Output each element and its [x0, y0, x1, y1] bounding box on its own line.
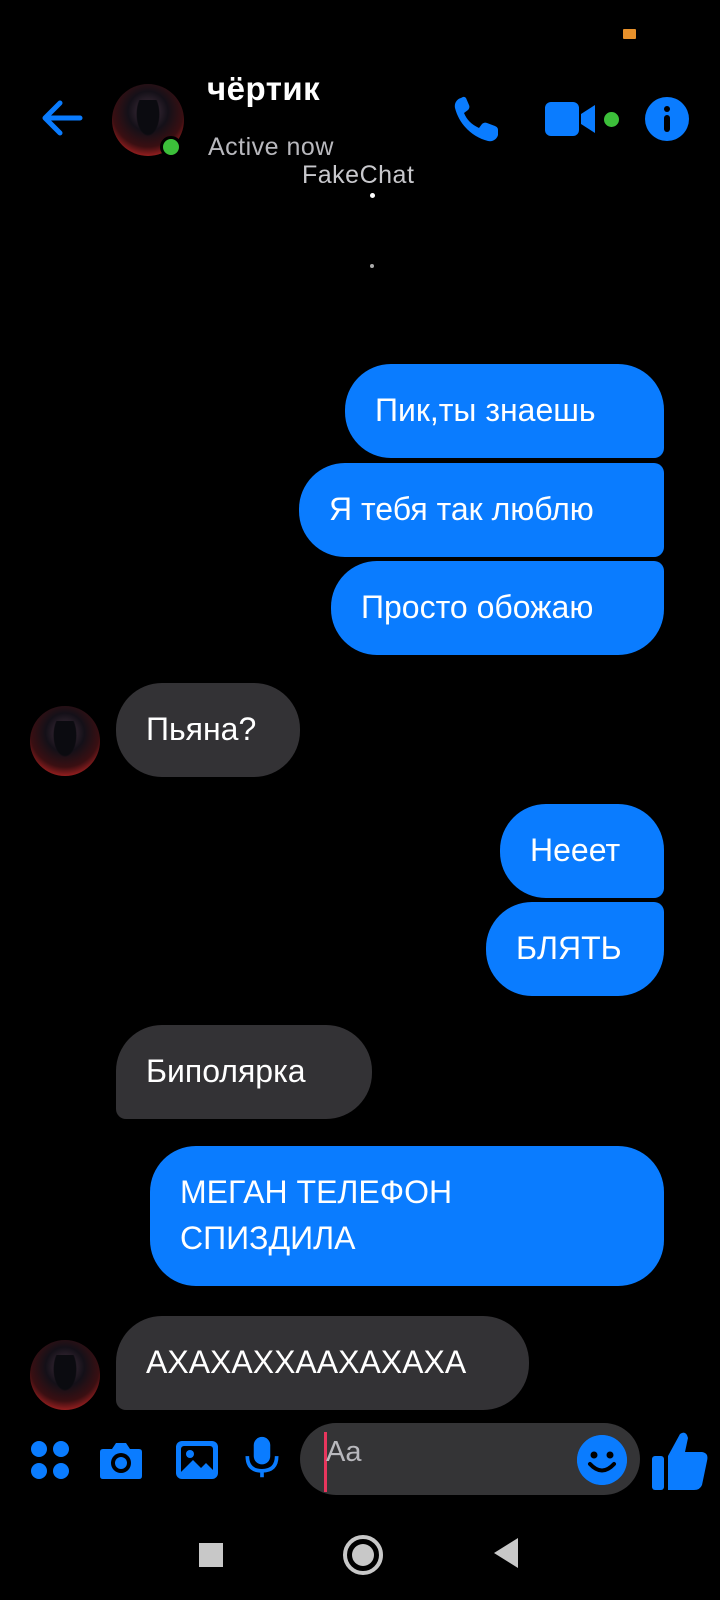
watermark: FakeChat — [302, 161, 415, 183]
message-text: БЛЯТЬ — [516, 930, 622, 966]
microphone-icon[interactable] — [240, 1436, 284, 1480]
message-text: Пьяна? — [146, 711, 257, 747]
phone-icon[interactable] — [451, 95, 501, 145]
thumbs-up-icon[interactable] — [650, 1430, 710, 1492]
divider-dot — [370, 264, 374, 268]
smiley-icon[interactable] — [577, 1435, 627, 1485]
recents-square-icon[interactable] — [199, 1543, 223, 1567]
message-bubble-outgoing[interactable]: Пик,ты знаешь — [345, 364, 664, 458]
contact-avatar[interactable] — [30, 1340, 100, 1410]
message-bubble-outgoing[interactable]: Просто обожаю — [331, 561, 664, 655]
message-text: Я тебя так люблю — [329, 491, 594, 527]
message-bubble-outgoing[interactable]: Я тебя так люблю — [299, 463, 664, 557]
message-text-line: МЕГАН ТЕЛЕФОН — [180, 1174, 453, 1210]
contact-avatar[interactable] — [30, 706, 100, 776]
home-circle-icon[interactable] — [341, 1533, 385, 1577]
status-indicator — [623, 29, 636, 39]
camera-icon[interactable] — [99, 1438, 143, 1482]
message-text: АХАХАХХААХАХАХА — [146, 1344, 467, 1380]
message-bubble-outgoing[interactable]: МЕГАН ТЕЛЕФОН СПИЗДИЛА — [150, 1146, 664, 1286]
gallery-icon[interactable] — [175, 1438, 219, 1482]
divider-dot — [370, 193, 375, 198]
message-bubble-outgoing[interactable]: Нееет — [500, 804, 664, 898]
message-bubble-incoming[interactable]: АХАХАХХААХАХАХА — [116, 1316, 529, 1410]
call-active-indicator — [604, 112, 619, 127]
apps-grid-icon[interactable] — [28, 1438, 72, 1482]
back-arrow-icon[interactable] — [40, 96, 84, 140]
message-bubble-incoming[interactable]: Биполярка — [116, 1025, 372, 1119]
activity-status: Active now — [208, 133, 334, 161]
message-text: Просто обожаю — [361, 589, 594, 625]
message-input-placeholder: Aa — [326, 1436, 362, 1468]
message-bubble-incoming[interactable]: Пьяна? — [116, 683, 300, 777]
message-text: Пик,ты знаешь — [375, 392, 596, 428]
contact-name[interactable]: чёртик — [207, 70, 320, 108]
message-text-line: СПИЗДИЛА — [180, 1220, 356, 1256]
message-bubble-outgoing[interactable]: БЛЯТЬ — [486, 902, 664, 996]
video-camera-icon[interactable] — [545, 100, 597, 138]
online-indicator — [160, 136, 182, 158]
back-triangle-icon[interactable] — [494, 1538, 518, 1568]
info-icon[interactable] — [645, 97, 689, 141]
message-text: Нееет — [530, 832, 621, 868]
message-text: Биполярка — [146, 1053, 306, 1089]
